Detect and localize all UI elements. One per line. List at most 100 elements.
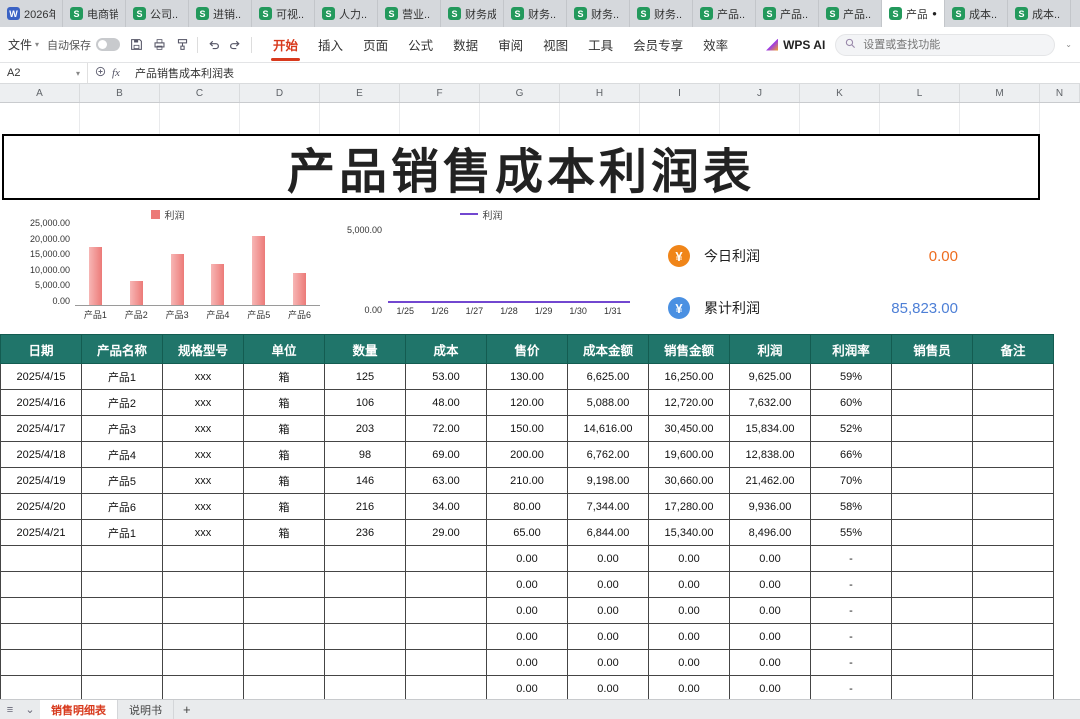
table-cell[interactable]: 2025/4/15 bbox=[0, 363, 82, 390]
table-cell[interactable]: 2025/4/20 bbox=[0, 493, 82, 520]
column-header[interactable]: G bbox=[480, 84, 560, 102]
table-cell[interactable]: - bbox=[810, 597, 892, 624]
file-tab[interactable]: S 人力.. bbox=[315, 0, 378, 27]
ribbon-tab[interactable]: 插入 bbox=[309, 28, 352, 61]
file-tab[interactable]: S 营业.. bbox=[378, 0, 441, 27]
table-cell[interactable]: 箱 bbox=[243, 389, 325, 416]
table-cell[interactable]: 34.00 bbox=[405, 493, 487, 520]
table-cell[interactable]: 6,844.00 bbox=[567, 519, 649, 546]
table-header-cell[interactable]: 利润率 bbox=[810, 334, 892, 364]
table-cell[interactable] bbox=[324, 675, 406, 702]
table-cell[interactable] bbox=[324, 649, 406, 676]
table-cell[interactable]: 60% bbox=[810, 389, 892, 416]
autosave-toggle[interactable] bbox=[96, 38, 121, 51]
table-cell[interactable]: 59% bbox=[810, 363, 892, 390]
column-header[interactable]: D bbox=[240, 84, 320, 102]
search-input[interactable] bbox=[861, 37, 1046, 52]
table-cell[interactable]: 55% bbox=[810, 519, 892, 546]
table-cell[interactable]: 5,088.00 bbox=[567, 389, 649, 416]
ribbon-tab[interactable]: 效率 bbox=[694, 28, 737, 61]
table-header-cell[interactable]: 备注 bbox=[972, 334, 1054, 364]
file-tab[interactable]: S 成本.. bbox=[1008, 0, 1071, 27]
table-cell[interactable] bbox=[891, 363, 973, 390]
column-header[interactable]: B bbox=[80, 84, 160, 102]
profit-bar-chart[interactable]: 利润 25,000.00 20,000.00 15,000.00 10,000.00 5… bbox=[15, 208, 320, 321]
table-cell[interactable]: 14,616.00 bbox=[567, 415, 649, 442]
table-cell[interactable] bbox=[243, 675, 325, 702]
table-header-cell[interactable]: 产品名称 bbox=[81, 334, 163, 364]
table-header-cell[interactable]: 数量 bbox=[324, 334, 406, 364]
table-cell[interactable]: 2025/4/17 bbox=[0, 415, 82, 442]
table-cell[interactable]: 63.00 bbox=[405, 467, 487, 494]
table-cell[interactable]: 产品6 bbox=[81, 493, 163, 520]
file-tab[interactable]: S 可视.. bbox=[252, 0, 315, 27]
table-cell[interactable]: 106 bbox=[324, 389, 406, 416]
table-cell[interactable]: 236 bbox=[324, 519, 406, 546]
table-cell[interactable]: - bbox=[810, 623, 892, 650]
table-cell[interactable]: 2025/4/21 bbox=[0, 519, 82, 546]
table-cell[interactable]: 146 bbox=[324, 467, 406, 494]
table-cell[interactable]: 0.00 bbox=[567, 545, 649, 572]
table-cell[interactable] bbox=[891, 571, 973, 598]
ribbon-tab[interactable]: 数据 bbox=[444, 28, 487, 61]
table-cell[interactable]: 产品4 bbox=[81, 441, 163, 468]
table-cell[interactable] bbox=[972, 571, 1054, 598]
add-sheet-button[interactable]: + bbox=[174, 702, 200, 717]
table-cell[interactable]: 0.00 bbox=[486, 675, 568, 702]
table-cell[interactable] bbox=[972, 545, 1054, 572]
table-cell[interactable] bbox=[891, 545, 973, 572]
table-cell[interactable]: 16,250.00 bbox=[648, 363, 730, 390]
table-cell[interactable] bbox=[972, 415, 1054, 442]
table-cell[interactable]: 48.00 bbox=[405, 389, 487, 416]
table-cell[interactable]: 216 bbox=[324, 493, 406, 520]
table-cell[interactable]: 0.00 bbox=[486, 623, 568, 650]
table-cell[interactable]: 0.00 bbox=[729, 623, 811, 650]
table-cell[interactable] bbox=[972, 493, 1054, 520]
undo-icon[interactable] bbox=[205, 37, 221, 53]
table-cell[interactable]: 0.00 bbox=[729, 675, 811, 702]
file-tab[interactable]: S 成本.. bbox=[945, 0, 1008, 27]
file-tab[interactable]: S 产品.. bbox=[693, 0, 756, 27]
table-cell[interactable] bbox=[891, 493, 973, 520]
table-cell[interactable] bbox=[405, 623, 487, 650]
table-cell[interactable]: 12,838.00 bbox=[729, 441, 811, 468]
sheet-tab[interactable]: 说明书 bbox=[118, 700, 174, 719]
table-cell[interactable]: 210.00 bbox=[486, 467, 568, 494]
table-cell[interactable] bbox=[972, 441, 1054, 468]
sheet-tab[interactable]: 销售明细表 bbox=[40, 700, 118, 719]
table-cell[interactable] bbox=[324, 623, 406, 650]
table-cell[interactable] bbox=[243, 649, 325, 676]
table-header-cell[interactable]: 单位 bbox=[243, 334, 325, 364]
table-cell[interactable]: 80.00 bbox=[486, 493, 568, 520]
table-cell[interactable]: 7,632.00 bbox=[729, 389, 811, 416]
table-cell[interactable] bbox=[972, 363, 1054, 390]
table-cell[interactable] bbox=[891, 519, 973, 546]
table-cell[interactable]: 8,496.00 bbox=[729, 519, 811, 546]
table-cell[interactable]: 箱 bbox=[243, 415, 325, 442]
table-cell[interactable]: 箱 bbox=[243, 363, 325, 390]
kpi-total-value[interactable]: 85,823.00 bbox=[858, 300, 958, 317]
table-cell[interactable]: 产品3 bbox=[81, 415, 163, 442]
table-cell[interactable] bbox=[891, 415, 973, 442]
table-cell[interactable] bbox=[405, 597, 487, 624]
table-cell[interactable]: 120.00 bbox=[486, 389, 568, 416]
table-cell[interactable]: 0.00 bbox=[567, 675, 649, 702]
table-cell[interactable] bbox=[891, 389, 973, 416]
table-cell[interactable]: 产品1 bbox=[81, 363, 163, 390]
table-cell[interactable]: xxx bbox=[162, 363, 244, 390]
table-cell[interactable]: 7,344.00 bbox=[567, 493, 649, 520]
table-cell[interactable] bbox=[0, 649, 82, 676]
table-cell[interactable] bbox=[81, 597, 163, 624]
sheet-list-icon[interactable]: ≡ bbox=[0, 704, 20, 716]
file-menu[interactable]: 文件 ▾ bbox=[8, 36, 39, 53]
table-cell[interactable]: 0.00 bbox=[729, 571, 811, 598]
ribbon-tab[interactable]: 公式 bbox=[399, 28, 442, 61]
wps-ai-button[interactable]: WPS AI bbox=[766, 38, 825, 52]
table-cell[interactable]: 30,660.00 bbox=[648, 467, 730, 494]
table-cell[interactable] bbox=[162, 623, 244, 650]
table-cell[interactable]: 6,762.00 bbox=[567, 441, 649, 468]
table-cell[interactable]: 200.00 bbox=[486, 441, 568, 468]
column-header[interactable]: M bbox=[960, 84, 1040, 102]
file-tab[interactable]: S 公司.. bbox=[126, 0, 189, 27]
table-cell[interactable]: - bbox=[810, 571, 892, 598]
